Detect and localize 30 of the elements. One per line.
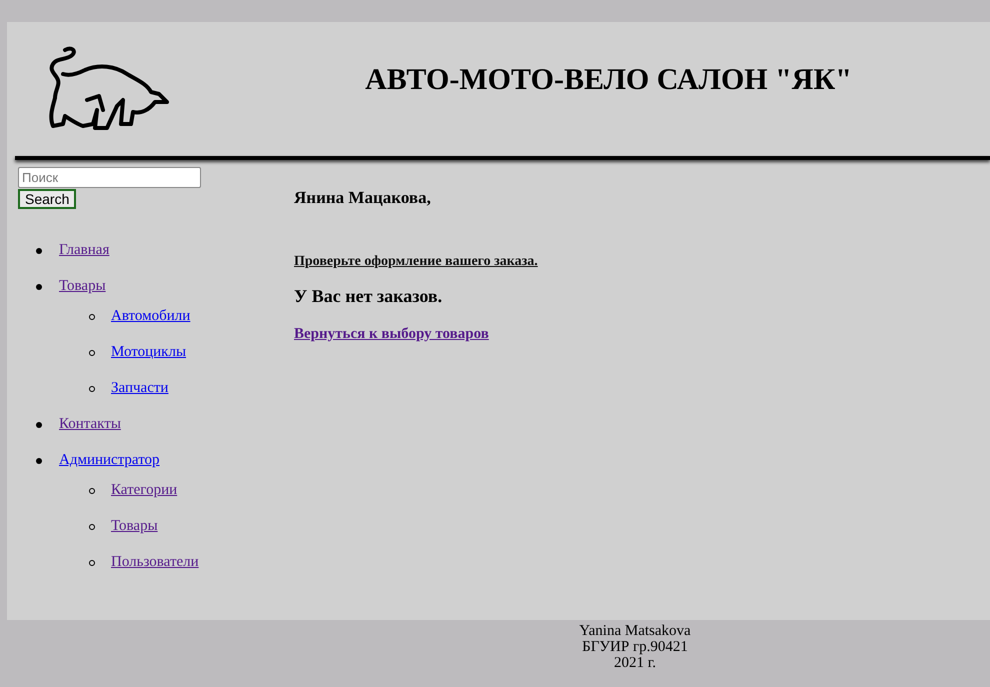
order-check-text: Проверьте оформление вашего заказа. [294, 254, 538, 270]
search-field[interactable]: Поиск [18, 167, 201, 188]
bullet-icon [36, 248, 42, 254]
circle-bullet-icon [89, 350, 95, 356]
circle-bullet-icon [89, 314, 95, 320]
site-title: АВТО-МОТО-ВЕЛО САЛОН "ЯК" [364, 63, 853, 97]
nav-link[interactable]: Запчасти [111, 379, 168, 397]
nav-link[interactable]: Автомобили [111, 307, 190, 325]
nav-link[interactable]: Контакты [59, 415, 121, 433]
footer-text: БГУИР гр.90421 [582, 639, 688, 655]
nav-link[interactable]: Главная [59, 241, 110, 259]
nav-link[interactable]: Товары [111, 517, 158, 535]
footer-text: 2021 г. [614, 655, 656, 671]
footer-text: Yanina Matsakova [579, 623, 691, 639]
bullet-icon [36, 284, 42, 290]
circle-bullet-icon [89, 524, 95, 530]
circle-bullet-icon [89, 560, 95, 566]
nav-link[interactable]: Администратор [59, 451, 160, 469]
back-link[interactable]: Вернуться к выбору товаров [294, 326, 489, 342]
nav-link[interactable]: Пользователи [111, 553, 199, 571]
circle-bullet-icon [89, 386, 95, 392]
nav-link[interactable]: Товары [59, 277, 106, 295]
no-orders-message: У Вас нет заказов. [294, 286, 444, 307]
search-button[interactable]: Search [18, 189, 76, 209]
nav-link[interactable]: Категории [111, 481, 178, 499]
nav-link[interactable]: Мотоциклы [111, 343, 186, 361]
greeting: Янина Мацакова, [294, 188, 432, 208]
bullet-icon [36, 458, 42, 464]
bullet-icon [36, 422, 42, 428]
circle-bullet-icon [89, 488, 95, 494]
